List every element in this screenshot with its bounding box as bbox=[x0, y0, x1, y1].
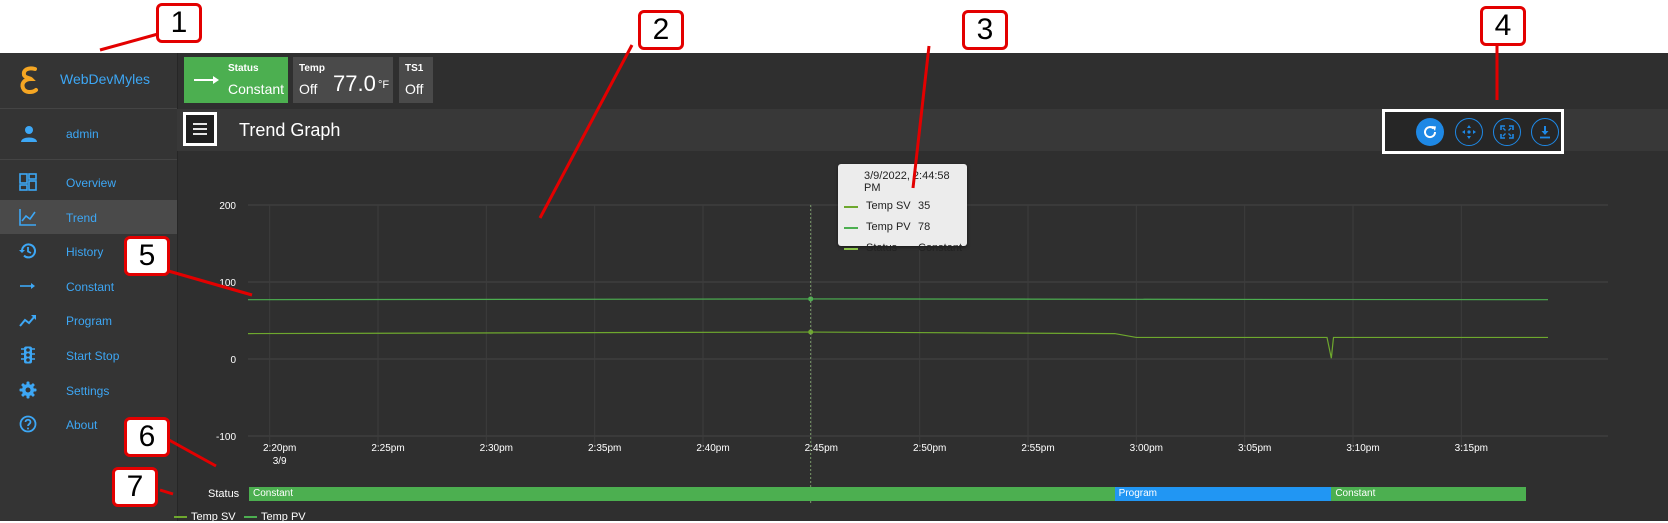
annotation-2: 2 bbox=[638, 10, 684, 50]
annotation-4: 4 bbox=[1480, 6, 1526, 46]
annotation-leader-lines bbox=[99, 32, 1499, 496]
annotation-1: 1 bbox=[156, 3, 202, 43]
annotation-6: 6 bbox=[124, 417, 170, 457]
annotation-7: 7 bbox=[112, 467, 158, 507]
annotation-5: 5 bbox=[124, 236, 170, 276]
annotation-3: 3 bbox=[962, 10, 1008, 50]
